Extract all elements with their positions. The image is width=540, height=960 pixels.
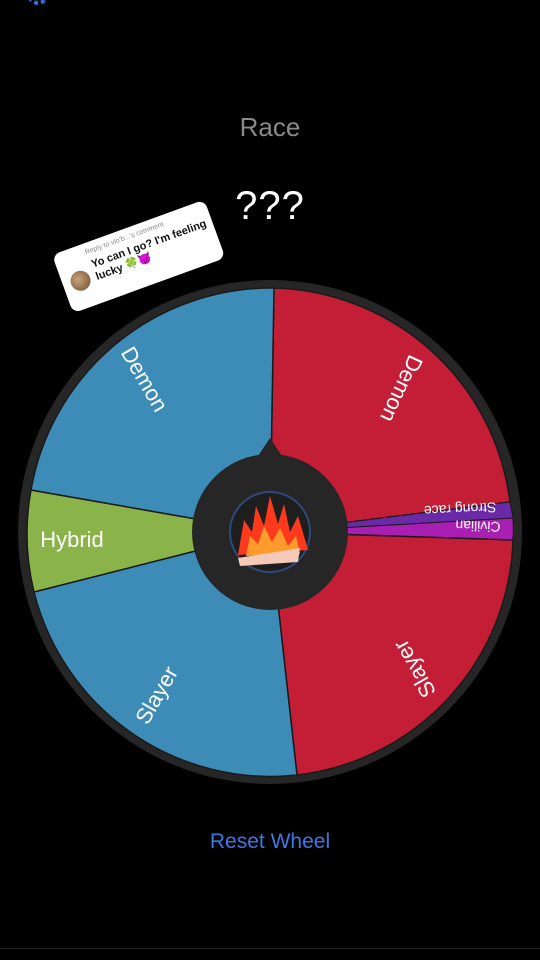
list-menu-icon[interactable]: [492, 0, 522, 6]
segment-label-civilian: Civilian: [455, 518, 501, 536]
wheel-screen: Race ??? Demon Strong race Civilian Slay…: [0, 0, 540, 960]
segment-label-hybrid: Hybrid: [40, 527, 104, 552]
avatar: [67, 267, 94, 294]
spin-result: ???: [235, 184, 305, 228]
settings-gear-icon[interactable]: [24, 0, 52, 8]
reset-wheel-button[interactable]: Reset Wheel: [0, 830, 540, 854]
bottom-divider: [0, 948, 540, 949]
wheel-title: Race: [239, 112, 301, 142]
spin-wheel[interactable]: Demon Strong race Civilian Slayer Slayer…: [0, 270, 540, 790]
